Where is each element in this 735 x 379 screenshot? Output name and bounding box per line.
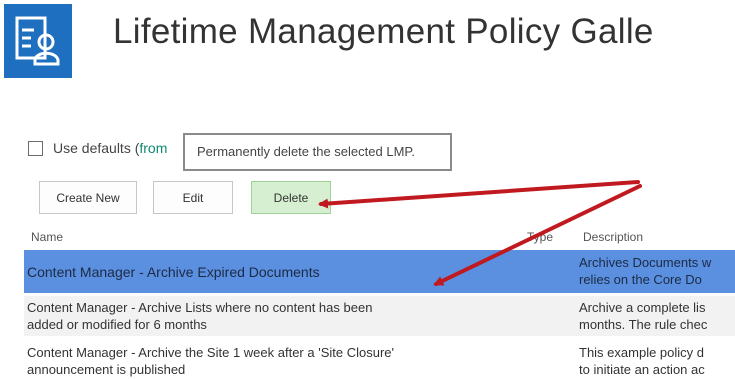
annotation-arrow-icon (318, 180, 642, 286)
